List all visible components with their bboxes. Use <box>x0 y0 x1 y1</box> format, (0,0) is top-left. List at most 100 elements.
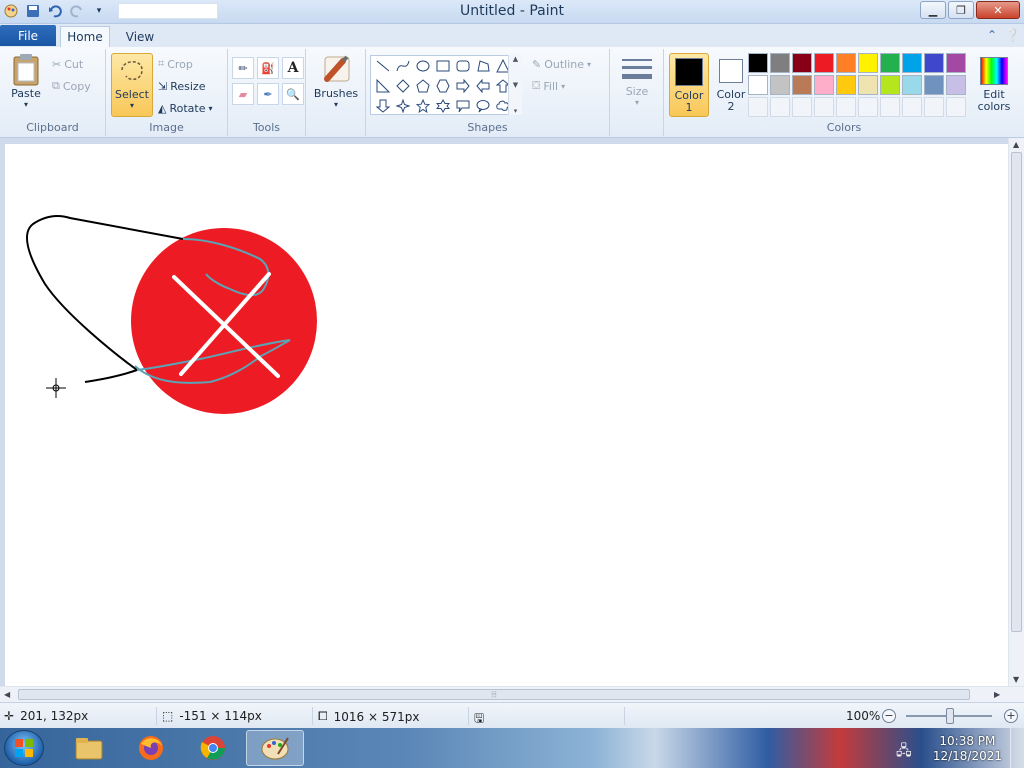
crop-button[interactable]: ⌗ Crop <box>158 55 193 73</box>
zoom-slider-thumb[interactable] <box>946 708 954 724</box>
palette-color-10[interactable] <box>946 53 966 73</box>
eraser-tool[interactable]: ▰ <box>232 83 254 105</box>
scroll-down-icon[interactable]: ▼ <box>1013 675 1019 684</box>
shapes-scrollbar[interactable]: ▲ ▼ ▾ <box>508 55 522 115</box>
palette-color-20[interactable] <box>946 75 966 95</box>
palette-color-3[interactable] <box>792 53 812 73</box>
rectangle-shape[interactable] <box>433 56 453 76</box>
four-point-star-shape[interactable] <box>393 96 413 116</box>
palette-custom-slot-9[interactable] <box>924 97 944 117</box>
palette-color-7[interactable] <box>880 53 900 73</box>
zoom-in-button[interactable]: + <box>1004 709 1018 723</box>
taskbar-file-explorer[interactable] <box>60 730 118 766</box>
palette-color-17[interactable] <box>880 75 900 95</box>
paste-button[interactable]: Paste ▾ <box>6 53 46 109</box>
brushes-button[interactable]: Brushes ▾ <box>314 53 358 109</box>
close-button[interactable]: ✕ <box>976 1 1020 19</box>
palette-color-12[interactable] <box>770 75 790 95</box>
down-arrow-shape[interactable] <box>373 96 393 116</box>
taskbar-paint[interactable] <box>246 730 304 766</box>
drawing-canvas[interactable] <box>5 144 1008 686</box>
palette-custom-slot-1[interactable] <box>748 97 768 117</box>
pentagon-shape[interactable] <box>413 76 433 96</box>
palette-color-13[interactable] <box>792 75 812 95</box>
fill-button[interactable]: ⛋ Fill ▾ <box>532 77 565 95</box>
shapes-scroll-up-icon[interactable]: ▲ <box>513 55 518 63</box>
scroll-left-icon[interactable]: ◀ <box>4 690 10 699</box>
tab-file[interactable]: File <box>0 25 56 46</box>
pencil-tool[interactable]: ✏ <box>232 57 254 79</box>
palette-color-15[interactable] <box>836 75 856 95</box>
minimize-ribbon-icon[interactable]: ⌃ <box>987 28 997 42</box>
shapes-scroll-down-icon[interactable]: ▼ <box>513 81 518 89</box>
cut-button[interactable]: ✂ Cut <box>52 55 83 73</box>
palette-color-4[interactable] <box>814 53 834 73</box>
horizontal-scrollbar[interactable]: ◀ ⦙⦙⦙ ▶ <box>0 686 1024 702</box>
tab-view[interactable]: View <box>116 26 164 47</box>
oval-shape[interactable] <box>413 56 433 76</box>
palette-custom-slot-10[interactable] <box>946 97 966 117</box>
curve-shape[interactable] <box>393 56 413 76</box>
start-button[interactable] <box>4 730 44 766</box>
vertical-scrollbar[interactable]: ▲ ▼ <box>1008 138 1024 686</box>
palette-color-9[interactable] <box>924 53 944 73</box>
palette-color-1[interactable] <box>748 53 768 73</box>
color2-button[interactable]: Color 2 <box>711 53 751 117</box>
network-icon[interactable]: 🖧 <box>896 740 912 764</box>
outline-button[interactable]: ✎ Outline ▾ <box>532 55 591 73</box>
palette-color-2[interactable] <box>770 53 790 73</box>
zoom-out-button[interactable]: − <box>882 709 896 723</box>
palette-color-14[interactable] <box>814 75 834 95</box>
palette-color-6[interactable] <box>858 53 878 73</box>
text-tool[interactable]: A <box>282 57 304 79</box>
clock[interactable]: 10:38 PM 12/18/2021 <box>933 734 1002 764</box>
diamond-shape[interactable] <box>393 76 413 96</box>
size-button[interactable]: Size ▾ <box>618 55 656 107</box>
palette-color-8[interactable] <box>902 53 922 73</box>
palette-color-19[interactable] <box>924 75 944 95</box>
horizontal-scroll-thumb[interactable]: ⦙⦙⦙ <box>18 689 970 700</box>
magnifier-tool[interactable]: 🔍 <box>282 83 304 105</box>
scroll-right-icon[interactable]: ▶ <box>994 690 1000 699</box>
tab-home[interactable]: Home <box>60 26 110 47</box>
palette-custom-slot-5[interactable] <box>836 97 856 117</box>
five-point-star-shape[interactable] <box>413 96 433 116</box>
palette-color-5[interactable] <box>836 53 856 73</box>
help-icon[interactable]: ❔ <box>1005 28 1020 42</box>
color-picker-tool[interactable]: ✒ <box>257 83 279 105</box>
color1-button[interactable]: Color 1 <box>669 53 709 117</box>
restore-button[interactable]: ❐ <box>948 1 974 19</box>
edit-colors-button[interactable]: Edit colors <box>972 53 1016 117</box>
rounded-rectangle-shape[interactable] <box>453 56 473 76</box>
scroll-up-icon[interactable]: ▲ <box>1013 140 1019 149</box>
oval-callout-shape[interactable] <box>473 96 493 116</box>
hexagon-shape[interactable] <box>433 76 453 96</box>
fill-tool[interactable]: ⛽ <box>257 57 279 79</box>
taskbar-firefox[interactable] <box>122 730 180 766</box>
right-arrow-shape[interactable] <box>453 76 473 96</box>
taskbar-chrome[interactable] <box>184 730 242 766</box>
palette-custom-slot-8[interactable] <box>902 97 922 117</box>
polygon-shape[interactable] <box>473 56 493 76</box>
palette-custom-slot-7[interactable] <box>880 97 900 117</box>
line-shape[interactable] <box>373 56 393 76</box>
copy-button[interactable]: ⧉ Copy <box>52 77 91 95</box>
rect-callout-shape[interactable] <box>453 96 473 116</box>
right-triangle-shape[interactable] <box>373 76 393 96</box>
rotate-button[interactable]: ◭ Rotate ▾ <box>158 99 213 117</box>
left-arrow-shape[interactable] <box>473 76 493 96</box>
palette-color-18[interactable] <box>902 75 922 95</box>
resize-button[interactable]: ⇲ Resize <box>158 77 205 95</box>
palette-color-16[interactable] <box>858 75 878 95</box>
palette-custom-slot-3[interactable] <box>792 97 812 117</box>
palette-custom-slot-4[interactable] <box>814 97 834 117</box>
six-point-star-shape[interactable] <box>433 96 453 116</box>
minimize-button[interactable]: ▁ <box>920 1 946 19</box>
show-desktop-button[interactable] <box>1010 728 1024 768</box>
palette-color-11[interactable] <box>748 75 768 95</box>
palette-custom-slot-2[interactable] <box>770 97 790 117</box>
palette-custom-slot-6[interactable] <box>858 97 878 117</box>
shapes-expand-icon[interactable]: ▾ <box>514 107 518 115</box>
select-button[interactable]: Select ▾ <box>111 53 153 117</box>
vertical-scroll-thumb[interactable] <box>1011 152 1022 632</box>
